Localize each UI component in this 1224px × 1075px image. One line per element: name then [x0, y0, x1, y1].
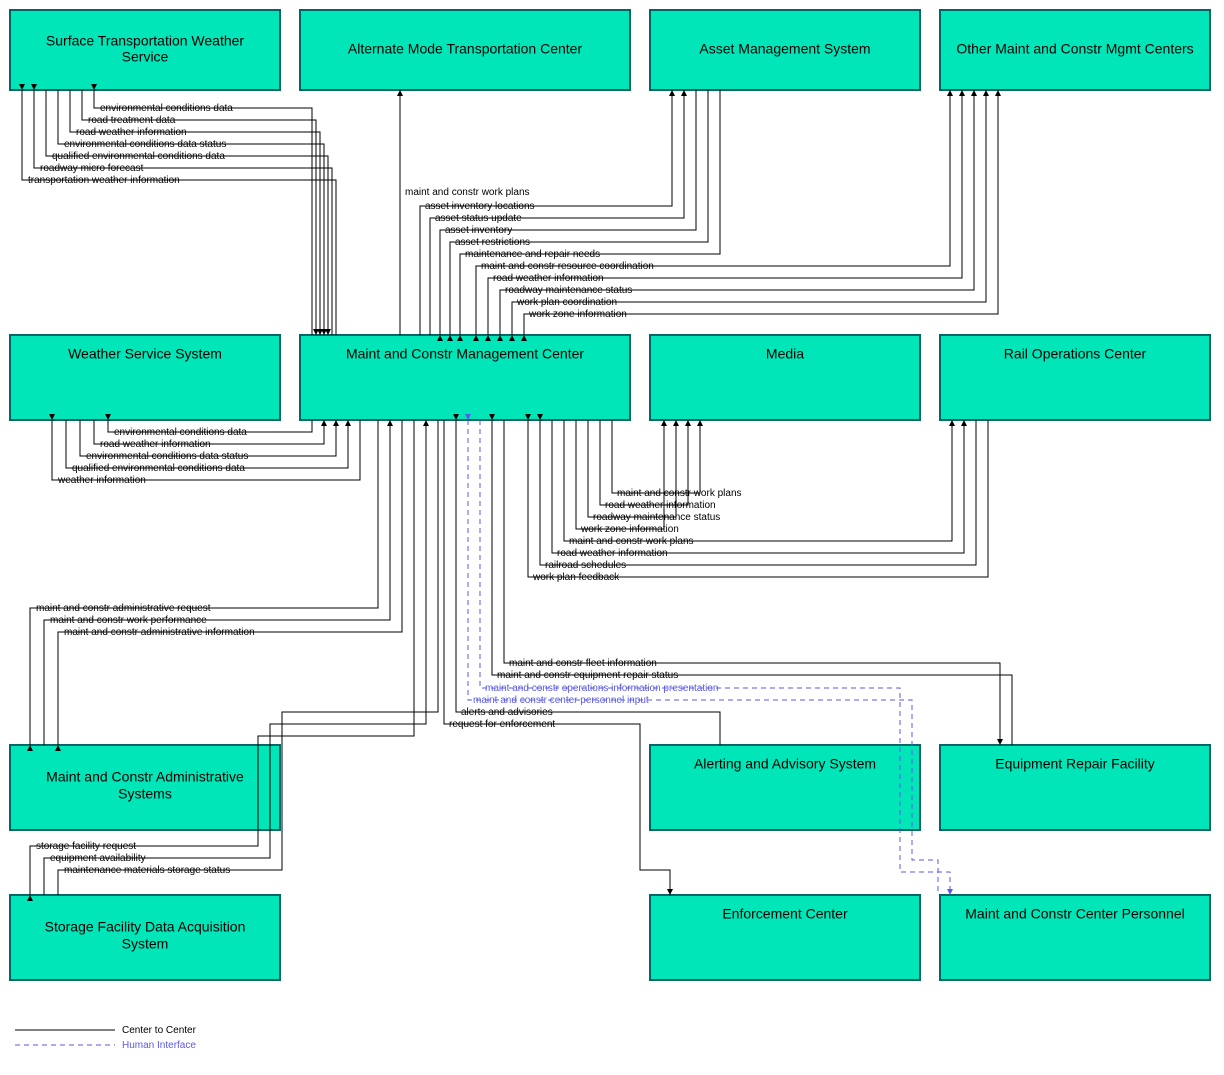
svg-text:transportation weather informa: transportation weather information	[28, 175, 180, 186]
node-roc-label: Rail Operations Center	[1004, 346, 1147, 362]
node-stws[interactable]: Surface Transportation Weather Service	[10, 10, 280, 90]
node-sfdas-label-1: Storage Facility Data Acquisition	[45, 919, 246, 935]
svg-text:maint and constr center person: maint and constr center personnel input	[473, 695, 649, 706]
node-wss[interactable]: Weather Service System	[10, 335, 280, 420]
svg-text:environmental conditions data: environmental conditions data status	[86, 451, 248, 462]
node-sfdas-label-2: System	[122, 936, 169, 952]
node-wss-label: Weather Service System	[68, 346, 222, 362]
node-aas[interactable]: Alerting and Advisory System	[650, 745, 920, 830]
svg-text:maint and constr resource coor: maint and constr resource coordination	[481, 261, 654, 272]
node-stws-label-1: Surface Transportation Weather	[46, 33, 245, 49]
node-ec[interactable]: Enforcement Center	[650, 895, 920, 980]
svg-text:asset inventory: asset inventory	[445, 225, 512, 236]
svg-text:road weather information: road weather information	[605, 500, 716, 511]
node-mcmc[interactable]: Maint and Constr Management Center	[300, 335, 630, 420]
flows-roc: maint and constr work plans road weather…	[528, 420, 988, 583]
node-erf-label: Equipment Repair Facility	[995, 756, 1155, 772]
node-sfdas[interactable]: Storage Facility Data Acquisition System	[10, 895, 280, 980]
svg-text:work plan coordination: work plan coordination	[516, 297, 617, 308]
node-media[interactable]: Media	[650, 335, 920, 420]
svg-text:roadway maintenance status: roadway maintenance status	[505, 285, 632, 296]
flows-stws: environmental conditions data road treat…	[22, 90, 336, 335]
svg-text:maint and constr operations in: maint and constr operations information …	[485, 683, 718, 694]
node-ommc[interactable]: Other Maint and Constr Mgmt Centers	[940, 10, 1210, 90]
svg-text:request for enforcement: request for enforcement	[449, 719, 555, 730]
node-mccp[interactable]: Maint and Constr Center Personnel	[940, 895, 1210, 980]
svg-text:qualified environmental condit: qualified environmental conditions data	[52, 151, 225, 162]
svg-text:environmental conditions data: environmental conditions data status	[64, 139, 226, 150]
node-erf[interactable]: Equipment Repair Facility	[940, 745, 1210, 830]
svg-text:maint and constr equipment rep: maint and constr equipment repair status	[497, 670, 678, 681]
svg-text:road weather information: road weather information	[557, 548, 668, 559]
node-aas-label: Alerting and Advisory System	[694, 756, 876, 772]
node-mcmc-label: Maint and Constr Management Center	[346, 346, 584, 362]
node-amtc-label: Alternate Mode Transportation Center	[348, 41, 583, 57]
svg-text:work zone information: work zone information	[580, 524, 679, 535]
node-ommc-label: Other Maint and Constr Mgmt Centers	[956, 41, 1193, 57]
node-mcas[interactable]: Maint and Constr Administrative Systems	[10, 745, 280, 830]
svg-text:environmental conditions data: environmental conditions data	[100, 103, 233, 114]
svg-text:environmental conditions data: environmental conditions data	[114, 427, 247, 438]
svg-text:alerts and advisories: alerts and advisories	[461, 707, 553, 718]
node-roc[interactable]: Rail Operations Center	[940, 335, 1210, 420]
svg-text:maint and constr administrativ: maint and constr administrative informat…	[64, 627, 255, 638]
flows-ommc: maint and constr resource coordination r…	[476, 90, 998, 335]
svg-text:maint and constr work plans: maint and constr work plans	[569, 536, 694, 547]
node-ec-label: Enforcement Center	[722, 906, 848, 922]
svg-text:railroad schedules: railroad schedules	[545, 560, 626, 571]
svg-text:road weather information: road weather information	[493, 273, 604, 284]
svg-text:road treatment data: road treatment data	[88, 115, 176, 126]
svg-text:asset inventory locations: asset inventory locations	[425, 201, 535, 212]
svg-text:qualified environmental condit: qualified environmental conditions data	[72, 463, 245, 474]
node-mccp-label: Maint and Constr Center Personnel	[965, 906, 1184, 922]
svg-text:maint and constr fleet informa: maint and constr fleet information	[509, 658, 657, 669]
svg-text:road weather information: road weather information	[76, 127, 187, 138]
node-ams-label: Asset Management System	[699, 41, 870, 57]
node-media-label: Media	[766, 346, 804, 362]
svg-text:roadway micro forecast: roadway micro forecast	[40, 163, 144, 174]
flows-media: maint and constr work plans road weather…	[576, 420, 742, 535]
flow-sfdas-2-label: maintenance materials storage status	[64, 865, 230, 876]
svg-text:maintenance and repair needs: maintenance and repair needs	[465, 249, 600, 260]
svg-text:Center to Center: Center to Center	[122, 1025, 197, 1036]
node-mcas-label-1: Maint and Constr Administrative	[46, 769, 244, 785]
svg-text:asset status update: asset status update	[435, 213, 522, 224]
node-mcas-label-2: Systems	[118, 786, 172, 802]
flows-wss: environmental conditions data road weath…	[52, 420, 360, 486]
svg-text:Human Interface: Human Interface	[122, 1040, 196, 1051]
svg-text:maint and constr work performa: maint and constr work performance	[50, 615, 207, 626]
svg-text:maint and constr administrativ: maint and constr administrative request	[36, 603, 211, 614]
svg-text:maint and constr work plans: maint and constr work plans	[617, 488, 742, 499]
svg-text:maint and constr work plans: maint and constr work plans	[405, 187, 530, 198]
svg-text:roadway maintenance status: roadway maintenance status	[593, 512, 720, 523]
svg-text:equipment availability: equipment availability	[50, 853, 146, 864]
svg-text:asset restrictions: asset restrictions	[455, 237, 530, 248]
svg-text:work zone information: work zone information	[528, 309, 627, 320]
svg-text:road weather information: road weather information	[100, 439, 211, 450]
legend: Center to Center Human Interface	[15, 1025, 197, 1051]
node-stws-label-2: Service	[122, 49, 169, 65]
svg-text:work plan feedback: work plan feedback	[532, 572, 620, 583]
svg-text:weather information: weather information	[57, 475, 146, 486]
svg-text:storage facility request: storage facility request	[36, 841, 136, 852]
node-ams[interactable]: Asset Management System	[650, 10, 920, 90]
node-amtc[interactable]: Alternate Mode Transportation Center	[300, 10, 630, 90]
